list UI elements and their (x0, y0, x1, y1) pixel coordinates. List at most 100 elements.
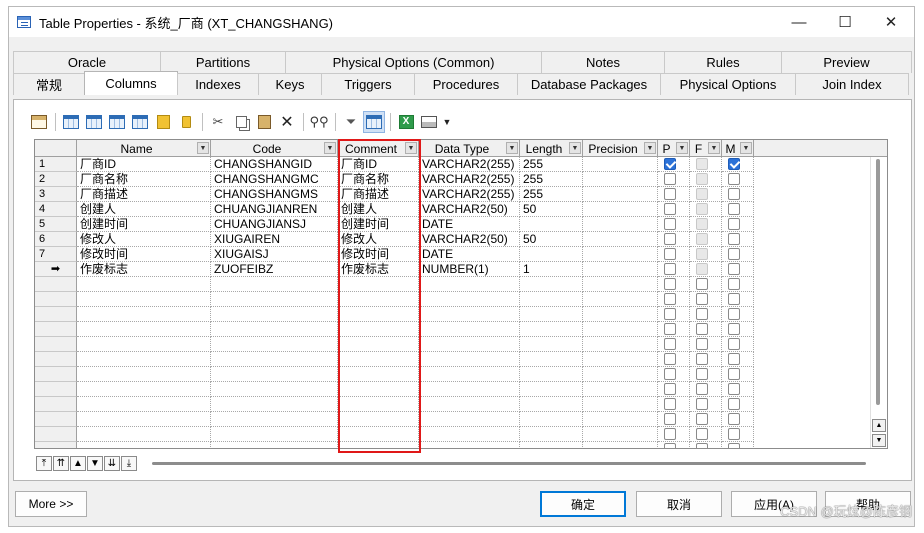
minimize-button[interactable]: — (776, 7, 822, 37)
table-row[interactable]: 3 厂商描述 CHANGSHANGMS 厂商描述 VARCHAR2(255) 255 (35, 187, 887, 202)
cell-precision[interactable] (583, 337, 658, 352)
checkbox-p[interactable] (664, 338, 676, 350)
chevron-down-icon[interactable]: ▼ (569, 142, 581, 154)
header-length[interactable]: Length ▼ (520, 140, 583, 157)
checkbox-p[interactable] (664, 233, 676, 245)
cell-comment[interactable]: 厂商ID (338, 157, 419, 172)
customize-columns-button[interactable] (363, 111, 385, 133)
empty-row[interactable] (35, 367, 887, 382)
chevron-down-icon[interactable]: ▼ (708, 142, 720, 154)
cell-code[interactable]: CHANGSHANGID (211, 157, 338, 172)
checkbox-p[interactable] (664, 368, 676, 380)
cell-length[interactable] (520, 427, 583, 442)
checkbox-f[interactable] (696, 248, 708, 260)
cell-comment[interactable] (338, 382, 419, 397)
table-row[interactable]: 2 厂商名称 CHANGSHANGMC 厂商名称 VARCHAR2(255) 255 (35, 172, 887, 187)
empty-row[interactable] (35, 397, 887, 412)
cell-code[interactable]: XIUGAISJ (211, 247, 338, 262)
checkbox-p[interactable] (664, 158, 676, 170)
delete-button[interactable]: ✕ (276, 111, 298, 133)
checkbox-m[interactable] (728, 353, 740, 365)
checkbox-m[interactable] (728, 398, 740, 410)
checkbox-f[interactable] (696, 323, 708, 335)
cell-datatype[interactable]: VARCHAR2(50) (419, 202, 520, 217)
checkbox-p[interactable] (664, 293, 676, 305)
cell-comment[interactable] (338, 292, 419, 307)
cell-name[interactable]: 修改时间 (77, 247, 211, 262)
move-top-button[interactable]: ⤒ (36, 456, 52, 471)
empty-row[interactable] (35, 427, 887, 442)
empty-row[interactable] (35, 382, 887, 397)
checkbox-m[interactable] (728, 338, 740, 350)
checkbox-f[interactable] (696, 173, 708, 185)
checkbox-f[interactable] (696, 218, 708, 230)
tab-join-index[interactable]: Join Index (795, 73, 909, 95)
cell-comment[interactable] (338, 352, 419, 367)
cell-code[interactable]: CHANGSHANGMC (211, 172, 338, 187)
cell-precision[interactable] (583, 172, 658, 187)
cell-code[interactable] (211, 292, 338, 307)
tab-general[interactable]: 常规 (13, 73, 85, 95)
cell-length[interactable] (520, 442, 583, 448)
checkbox-f[interactable] (696, 233, 708, 245)
checkbox-p[interactable] (664, 353, 676, 365)
cell-datatype[interactable] (419, 292, 520, 307)
cell-comment[interactable]: 创建人 (338, 202, 419, 217)
checkbox-p[interactable] (664, 278, 676, 290)
scroll-up-button[interactable]: ▲ (872, 419, 886, 432)
cell-name[interactable] (77, 292, 211, 307)
cell-comment[interactable]: 修改时间 (338, 247, 419, 262)
cell-name[interactable] (77, 397, 211, 412)
checkbox-f[interactable] (696, 368, 708, 380)
tab-indexes[interactable]: Indexes (177, 73, 259, 95)
tab-database-packages[interactable]: Database Packages (517, 73, 661, 95)
replace-columns-button[interactable] (129, 111, 151, 133)
checkbox-m[interactable] (728, 443, 740, 448)
table-row[interactable]: 7 修改时间 XIUGAISJ 修改时间 DATE (35, 247, 887, 262)
cell-name[interactable]: 厂商名称 (77, 172, 211, 187)
checkbox-m[interactable] (728, 323, 740, 335)
checkbox-p[interactable] (664, 413, 676, 425)
tab-keys[interactable]: Keys (258, 73, 322, 95)
cancel-button[interactable]: 取消 (636, 491, 722, 517)
table-row[interactable]: 6 修改人 XIUGAIREN 修改人 VARCHAR2(50) 50 (35, 232, 887, 247)
cell-comment[interactable] (338, 322, 419, 337)
cell-length[interactable] (520, 322, 583, 337)
header-code[interactable]: Code ▼ (211, 140, 338, 157)
chevron-down-icon[interactable]: ▼ (676, 142, 688, 154)
cell-precision[interactable] (583, 157, 658, 172)
cell-datatype[interactable]: VARCHAR2(255) (419, 172, 520, 187)
tab-triggers[interactable]: Triggers (321, 73, 415, 95)
cell-code[interactable] (211, 412, 338, 427)
cell-code[interactable] (211, 322, 338, 337)
tab-procedures[interactable]: Procedures (414, 73, 518, 95)
cell-datatype[interactable]: VARCHAR2(50) (419, 232, 520, 247)
cell-datatype[interactable] (419, 352, 520, 367)
cell-code[interactable] (211, 337, 338, 352)
checkbox-f[interactable] (696, 188, 708, 200)
cell-precision[interactable] (583, 352, 658, 367)
find-button[interactable]: ⚲⚲ (308, 111, 330, 133)
cell-datatype[interactable] (419, 337, 520, 352)
move-down-button[interactable]: ▼ (87, 456, 103, 471)
move-page-down-button[interactable]: ⇊ (104, 456, 120, 471)
cell-name[interactable] (77, 277, 211, 292)
cell-comment[interactable] (338, 412, 419, 427)
cell-comment[interactable] (338, 427, 419, 442)
table-row[interactable]: 4 创建人 CHUANGJIANREN 创建人 VARCHAR2(50) 50 (35, 202, 887, 217)
cell-precision[interactable] (583, 307, 658, 322)
checkbox-p[interactable] (664, 203, 676, 215)
cell-length[interactable] (520, 217, 583, 232)
checkbox-m[interactable] (728, 368, 740, 380)
checkbox-f[interactable] (696, 263, 708, 275)
cell-length[interactable] (520, 412, 583, 427)
cell-precision[interactable] (583, 412, 658, 427)
empty-row[interactable] (35, 352, 887, 367)
properties-button[interactable] (28, 111, 50, 133)
cell-comment[interactable] (338, 397, 419, 412)
empty-row[interactable] (35, 412, 887, 427)
cell-name[interactable] (77, 307, 211, 322)
cell-precision[interactable] (583, 442, 658, 448)
tab-oracle[interactable]: Oracle (13, 51, 161, 73)
cell-datatype[interactable]: DATE (419, 217, 520, 232)
